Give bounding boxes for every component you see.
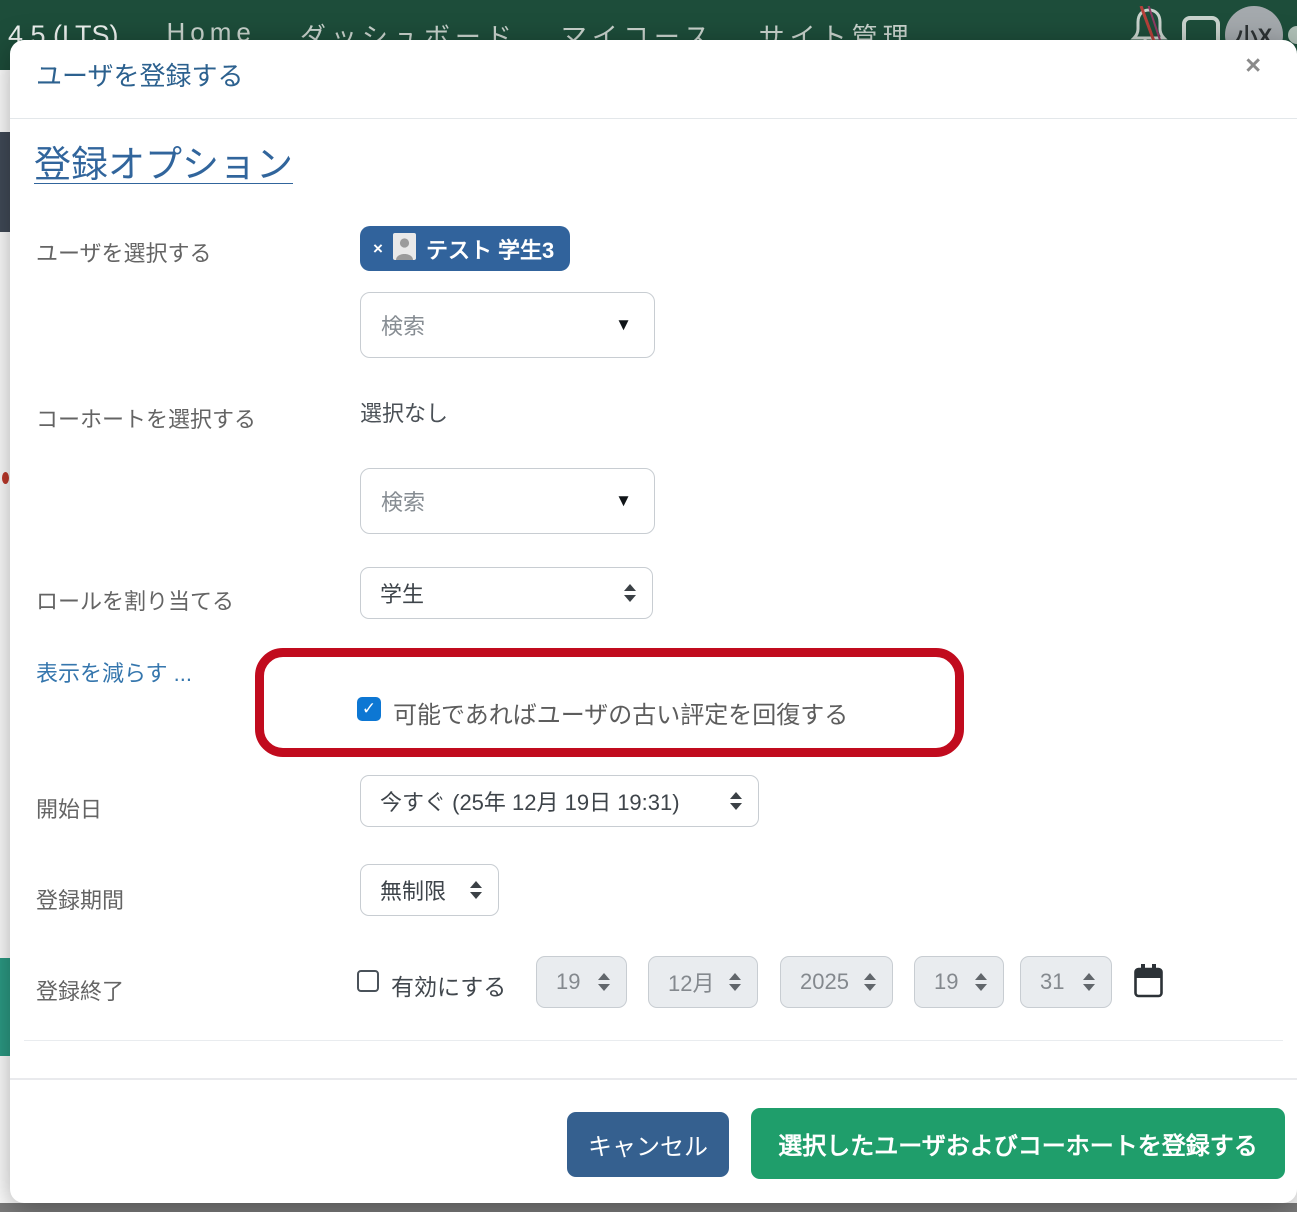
- end-day-value: 19: [556, 969, 580, 995]
- cohort-search-placeholder: 検索: [381, 485, 425, 517]
- end-year-select[interactable]: 2025: [780, 956, 893, 1008]
- enrol-users-modal: ユーザを登録する × 登録オプション ユーザを選択する × テスト 学生3 検索…: [10, 40, 1297, 1203]
- backdrop-fragment: [2, 472, 9, 484]
- duration-value: 無制限: [380, 874, 446, 906]
- end-hour-select[interactable]: 19: [914, 956, 1004, 1008]
- duration-select[interactable]: 無制限: [360, 864, 499, 916]
- backdrop-fragment: [0, 958, 10, 1056]
- user-search-combobox[interactable]: 検索 ▼: [360, 292, 655, 358]
- select-arrows-icon: [730, 792, 742, 810]
- select-arrows-icon: [624, 584, 636, 602]
- cohort-empty-value: 選択なし: [360, 396, 448, 428]
- select-arrows-icon: [975, 973, 987, 991]
- backdrop-fragment: [0, 132, 10, 232]
- enrol-submit-button[interactable]: 選択したユーザおよびコーホートを登録する: [751, 1108, 1285, 1179]
- footer-divider: [10, 1078, 1297, 1080]
- screen: 4.5 (LTS) Home ダッシュボード マイコース サイト管理 小X: [0, 0, 1297, 1212]
- assign-role-label: ロールを割り当てる: [36, 584, 234, 616]
- select-arrows-icon: [729, 973, 741, 991]
- close-icon[interactable]: ×: [1245, 52, 1261, 79]
- role-select[interactable]: 学生: [360, 567, 653, 619]
- end-month-value: 12月: [668, 966, 714, 998]
- modal-backdrop: [0, 1203, 1297, 1212]
- selected-user-name: テスト 学生3: [426, 233, 554, 265]
- show-less-link[interactable]: 表示を減らす ...: [36, 656, 192, 688]
- select-users-label: ユーザを選択する: [36, 236, 212, 268]
- end-day-select[interactable]: 19: [536, 956, 627, 1008]
- select-arrows-icon: [1083, 973, 1095, 991]
- end-year-value: 2025: [800, 969, 849, 995]
- end-minute-value: 31: [1040, 969, 1064, 995]
- header-divider: [10, 118, 1297, 119]
- cancel-button[interactable]: キャンセル: [567, 1112, 729, 1177]
- modal-title: ユーザを登録する: [36, 56, 243, 93]
- select-arrows-icon: [598, 973, 610, 991]
- recover-grades-label[interactable]: 可能であればユーザの古い評定を回復する: [393, 695, 848, 730]
- end-month-select[interactable]: 12月: [648, 956, 758, 1008]
- end-hour-value: 19: [934, 969, 958, 995]
- select-cohorts-label: コーホートを選択する: [36, 402, 256, 434]
- select-arrows-icon: [864, 973, 876, 991]
- start-date-value: 今すぐ (25年 12月 19日 19:31): [380, 785, 680, 817]
- user-avatar-thumb-icon: [393, 233, 416, 265]
- remove-tag-icon[interactable]: ×: [373, 239, 383, 259]
- selected-user-tag[interactable]: × テスト 学生3: [360, 226, 570, 271]
- dropdown-caret-icon: ▼: [615, 491, 632, 511]
- start-date-label: 開始日: [36, 792, 102, 824]
- end-minute-select[interactable]: 31: [1020, 956, 1112, 1008]
- end-date-enable-label[interactable]: 有効にする: [391, 968, 506, 1002]
- dropdown-caret-icon: ▼: [615, 315, 632, 335]
- recover-grades-checkbox[interactable]: ✓: [357, 697, 381, 721]
- calendar-icon[interactable]: [1134, 964, 1163, 1003]
- user-search-placeholder: 検索: [381, 309, 425, 341]
- end-date-label: 登録終了: [36, 974, 124, 1006]
- cohort-search-combobox[interactable]: 検索 ▼: [360, 468, 655, 534]
- start-date-select[interactable]: 今すぐ (25年 12月 19日 19:31): [360, 775, 759, 827]
- end-date-enable-checkbox[interactable]: [357, 970, 379, 992]
- section-heading-enrolment-options[interactable]: 登録オプション: [34, 134, 293, 188]
- select-arrows-icon: [470, 881, 482, 899]
- role-select-value: 学生: [380, 577, 424, 609]
- duration-label: 登録期間: [36, 883, 124, 915]
- form-divider: [24, 1040, 1283, 1041]
